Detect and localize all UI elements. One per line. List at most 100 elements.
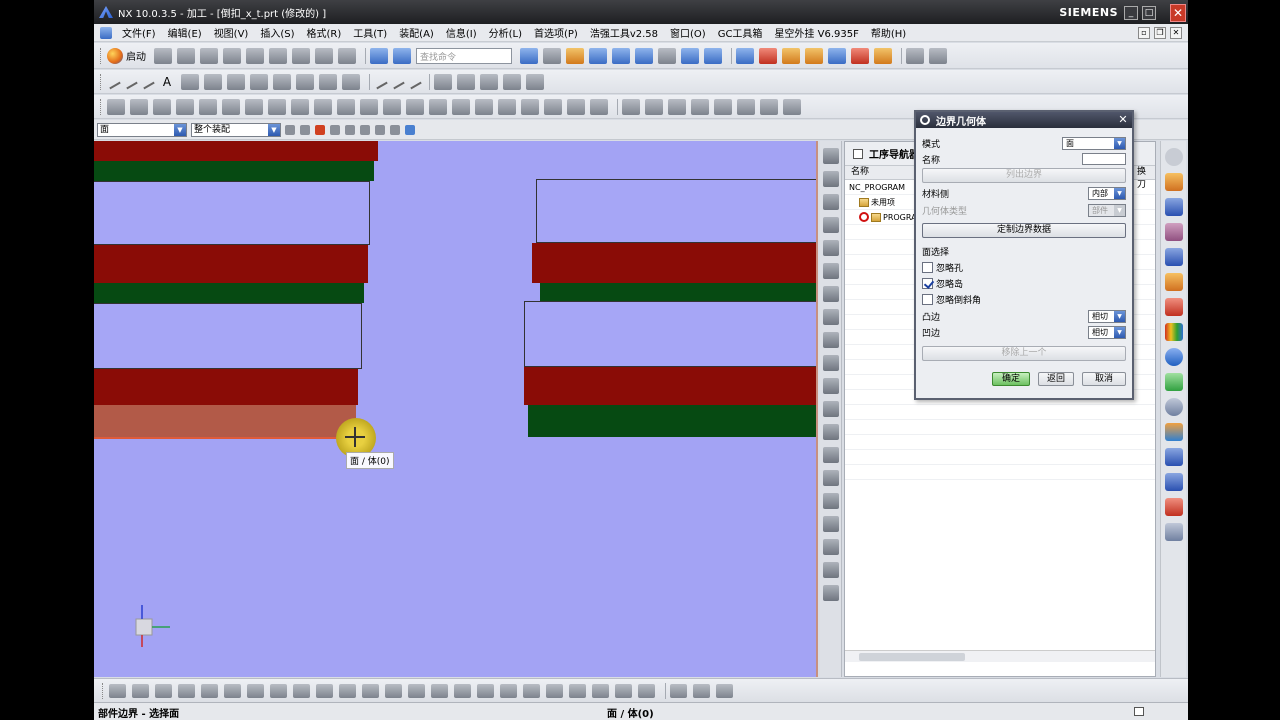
edit-object-icon[interactable] xyxy=(822,516,839,532)
scrollbar-thumb[interactable] xyxy=(859,653,965,661)
operation-navigator-icon[interactable] xyxy=(1164,248,1183,266)
wrap-icon[interactable] xyxy=(544,98,562,115)
web-browser-icon[interactable] xyxy=(1164,348,1183,366)
part-navigator-icon[interactable] xyxy=(1164,223,1183,241)
edge-blend-icon[interactable] xyxy=(176,98,194,115)
operation-program-icon[interactable] xyxy=(431,683,448,698)
undo-icon[interactable] xyxy=(338,47,356,64)
menu-analysis[interactable]: 分析(L) xyxy=(483,25,528,40)
operation-output-icon[interactable] xyxy=(270,683,287,698)
model-red-face[interactable] xyxy=(94,369,358,405)
snap-face-icon[interactable] xyxy=(405,124,415,135)
more-tools-icon[interactable] xyxy=(929,47,947,64)
model-red-face[interactable] xyxy=(94,141,378,161)
toolbar-grip[interactable] xyxy=(100,73,103,90)
convex-edge-select[interactable]: 相切 ▼ xyxy=(1088,309,1126,323)
trim-body-icon[interactable] xyxy=(291,98,309,115)
intersect-icon[interactable] xyxy=(153,98,171,115)
spline-icon[interactable] xyxy=(342,73,360,90)
generate-path-icon[interactable] xyxy=(822,355,839,371)
curve-icon[interactable] xyxy=(874,47,892,64)
thicken-icon[interactable] xyxy=(498,98,516,115)
start-button[interactable]: 启动 xyxy=(107,47,146,64)
status-window-icon[interactable] xyxy=(1134,707,1144,716)
concave-edge-select[interactable]: 相切 ▼ xyxy=(1088,325,1126,339)
render-style-icon[interactable] xyxy=(543,47,561,64)
menu-haoqiang-tools[interactable]: 浩强工具v2.58 xyxy=(584,25,664,40)
model-top-face[interactable] xyxy=(94,181,370,245)
operation-generate-icon[interactable] xyxy=(109,683,126,698)
paste-object-icon[interactable] xyxy=(822,562,839,578)
graphics-viewport[interactable]: 面 / 体(0) xyxy=(94,141,818,677)
sync-pull-icon[interactable] xyxy=(645,98,663,115)
cut-icon[interactable] xyxy=(246,47,264,64)
sync-replace-icon[interactable] xyxy=(691,98,709,115)
list-boundaries-button[interactable]: 列出边界 xyxy=(922,168,1126,183)
highlighted-selected-face[interactable] xyxy=(94,405,356,439)
chamfer-icon[interactable] xyxy=(181,73,199,90)
model-green-face[interactable] xyxy=(94,283,364,303)
open-file-icon[interactable] xyxy=(177,47,195,64)
measure-icon[interactable] xyxy=(782,47,800,64)
command-search-input[interactable]: 查找命令 xyxy=(416,47,512,64)
mirror-icon[interactable] xyxy=(360,98,378,115)
pattern-icon[interactable] xyxy=(337,98,355,115)
geometry-type-select[interactable]: 部件 ▼ xyxy=(1088,203,1126,217)
unite-icon[interactable] xyxy=(107,98,125,115)
menu-file[interactable]: 文件(F) xyxy=(116,25,162,40)
display-edges-icon[interactable] xyxy=(828,47,846,64)
model-top-face[interactable] xyxy=(536,179,816,243)
rectangle-icon[interactable] xyxy=(204,73,222,90)
offset-curve-icon[interactable] xyxy=(250,73,268,90)
create-program-icon[interactable] xyxy=(822,148,839,164)
toolbar-grip[interactable] xyxy=(102,682,105,699)
ok-button[interactable]: 确定 xyxy=(992,372,1030,386)
document-menu-icon[interactable] xyxy=(100,26,112,39)
helix-icon[interactable] xyxy=(372,74,388,89)
cancel-button[interactable]: 取消 xyxy=(1082,372,1126,386)
create-method-icon[interactable] xyxy=(822,217,839,233)
snap-quadrant-icon[interactable] xyxy=(375,124,385,135)
operation-extra-icon[interactable] xyxy=(638,683,655,698)
restore-icon[interactable]: ▫ xyxy=(1138,27,1150,39)
restore-down-icon[interactable]: ❐ xyxy=(1154,27,1166,39)
box-icon[interactable] xyxy=(434,73,452,90)
settings-gear-icon[interactable] xyxy=(1164,148,1183,166)
horizontal-scrollbar[interactable] xyxy=(845,650,1155,662)
sync-offset-icon[interactable] xyxy=(668,98,686,115)
view-isometric-icon[interactable] xyxy=(635,47,653,64)
paste-icon[interactable] xyxy=(292,47,310,64)
operation-filter-icon[interactable] xyxy=(693,683,710,698)
layer-icon[interactable] xyxy=(658,47,676,64)
section-icon[interactable] xyxy=(851,47,869,64)
selection-filter-icon[interactable] xyxy=(285,124,295,135)
material-side-select[interactable]: 内部 ▼ xyxy=(1088,186,1126,200)
polygon-icon[interactable] xyxy=(227,73,245,90)
model-green-face[interactable] xyxy=(94,161,374,181)
text-icon[interactable]: A xyxy=(158,74,176,90)
extrude-icon[interactable] xyxy=(480,73,498,90)
delete-icon[interactable] xyxy=(315,47,333,64)
model-red-face[interactable] xyxy=(532,243,816,283)
window-icon[interactable] xyxy=(370,47,388,64)
operation-delete-icon[interactable] xyxy=(569,683,586,698)
menu-gc-toolbox[interactable]: GC工具箱 xyxy=(712,25,769,40)
wcs-dynamic-icon[interactable] xyxy=(704,47,722,64)
subtract-icon[interactable] xyxy=(130,98,148,115)
move-face-icon[interactable] xyxy=(383,98,401,115)
manufacturing-wizard-icon[interactable] xyxy=(1164,473,1183,491)
menu-help[interactable]: 帮助(H) xyxy=(865,25,912,40)
sync-delete-icon[interactable] xyxy=(714,98,732,115)
name-input[interactable] xyxy=(1082,153,1126,165)
operation-info-icon[interactable] xyxy=(615,683,632,698)
new-file-icon[interactable] xyxy=(154,47,172,64)
select-all-icon[interactable] xyxy=(300,124,310,135)
operation-verify-icon[interactable] xyxy=(201,683,218,698)
snap-mid-icon[interactable] xyxy=(330,124,340,135)
menu-view[interactable]: 视图(V) xyxy=(208,25,255,40)
operation-method-icon[interactable] xyxy=(408,683,425,698)
ignore-chamfers-checkbox[interactable] xyxy=(922,293,933,305)
simulate-icon[interactable] xyxy=(822,493,839,509)
mode-select[interactable]: 面 ▼ xyxy=(1062,136,1126,150)
operation-copy-icon[interactable] xyxy=(523,683,540,698)
